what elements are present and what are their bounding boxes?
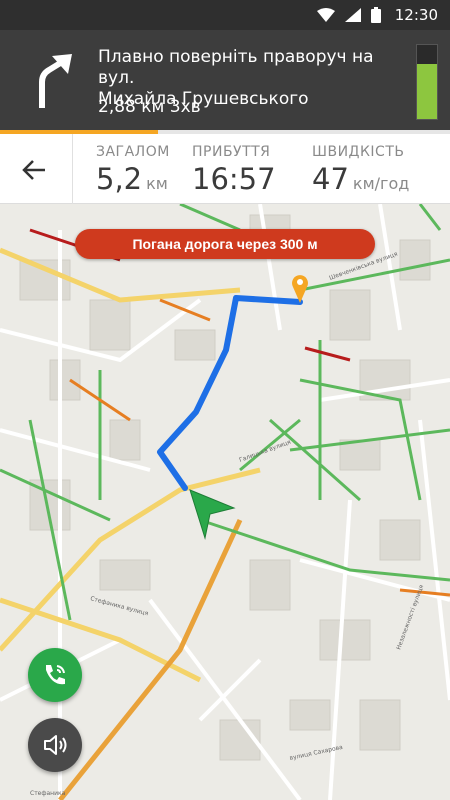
- instruction-distance-time: 2,88 км 3хв: [98, 97, 201, 117]
- status-bar: 12:30: [0, 0, 450, 30]
- total-value: 5,2: [96, 162, 143, 196]
- battery-icon: [370, 7, 381, 23]
- divider: [72, 134, 73, 204]
- instruction-line-1: Плавно поверніть праворуч на вул.: [98, 47, 374, 88]
- speaker-icon: [44, 735, 67, 755]
- arrival-value: 16:57: [192, 162, 276, 196]
- navigation-screen: 12:30 Плавно поверніть праворуч на вул. …: [0, 0, 450, 800]
- total-label: ЗАГАЛОМ: [96, 144, 170, 160]
- speed-unit: км/год: [352, 174, 410, 193]
- turn-right-arrow-icon: [39, 54, 72, 108]
- wifi-icon: [316, 8, 335, 22]
- total-distance-stat: ЗАГАЛОМ 5,2 км: [96, 144, 170, 196]
- map-canvas[interactable]: Галицька вулиця Шевченківська вулиця Сте…: [0, 204, 450, 800]
- map-view[interactable]: Галицька вулиця Шевченківська вулиця Сте…: [0, 204, 450, 800]
- trip-stats-bar: ЗАГАЛОМ 5,2 км ПРИБУТТЯ 16:57 ШВИДКІСТЬ 4…: [0, 134, 450, 204]
- arrival-label: ПРИБУТТЯ: [192, 144, 271, 160]
- phone-traffic-icon: [46, 665, 65, 685]
- back-button[interactable]: [14, 150, 54, 190]
- battery-level-indicator: [416, 44, 438, 120]
- status-time: 12:30: [394, 6, 438, 24]
- total-unit: км: [146, 174, 168, 193]
- traffic-call-button[interactable]: [28, 648, 82, 702]
- road-warning-banner: Погана дорога через 300 м: [75, 229, 375, 259]
- signal-icon: [344, 8, 361, 22]
- turn-instruction-panel: Плавно поверніть праворуч на вул. Михайл…: [0, 30, 450, 130]
- speed-stat: ШВИДКІСТЬ 47 км/год: [312, 144, 409, 196]
- arrival-stat: ПРИБУТТЯ 16:57: [192, 144, 276, 196]
- map-bottom-label: Стефаника: [30, 790, 66, 797]
- arrow-left-icon: [22, 160, 45, 180]
- sound-button[interactable]: [28, 718, 82, 772]
- speed-label: ШВИДКІСТЬ: [312, 144, 405, 160]
- speed-value: 47: [312, 162, 349, 196]
